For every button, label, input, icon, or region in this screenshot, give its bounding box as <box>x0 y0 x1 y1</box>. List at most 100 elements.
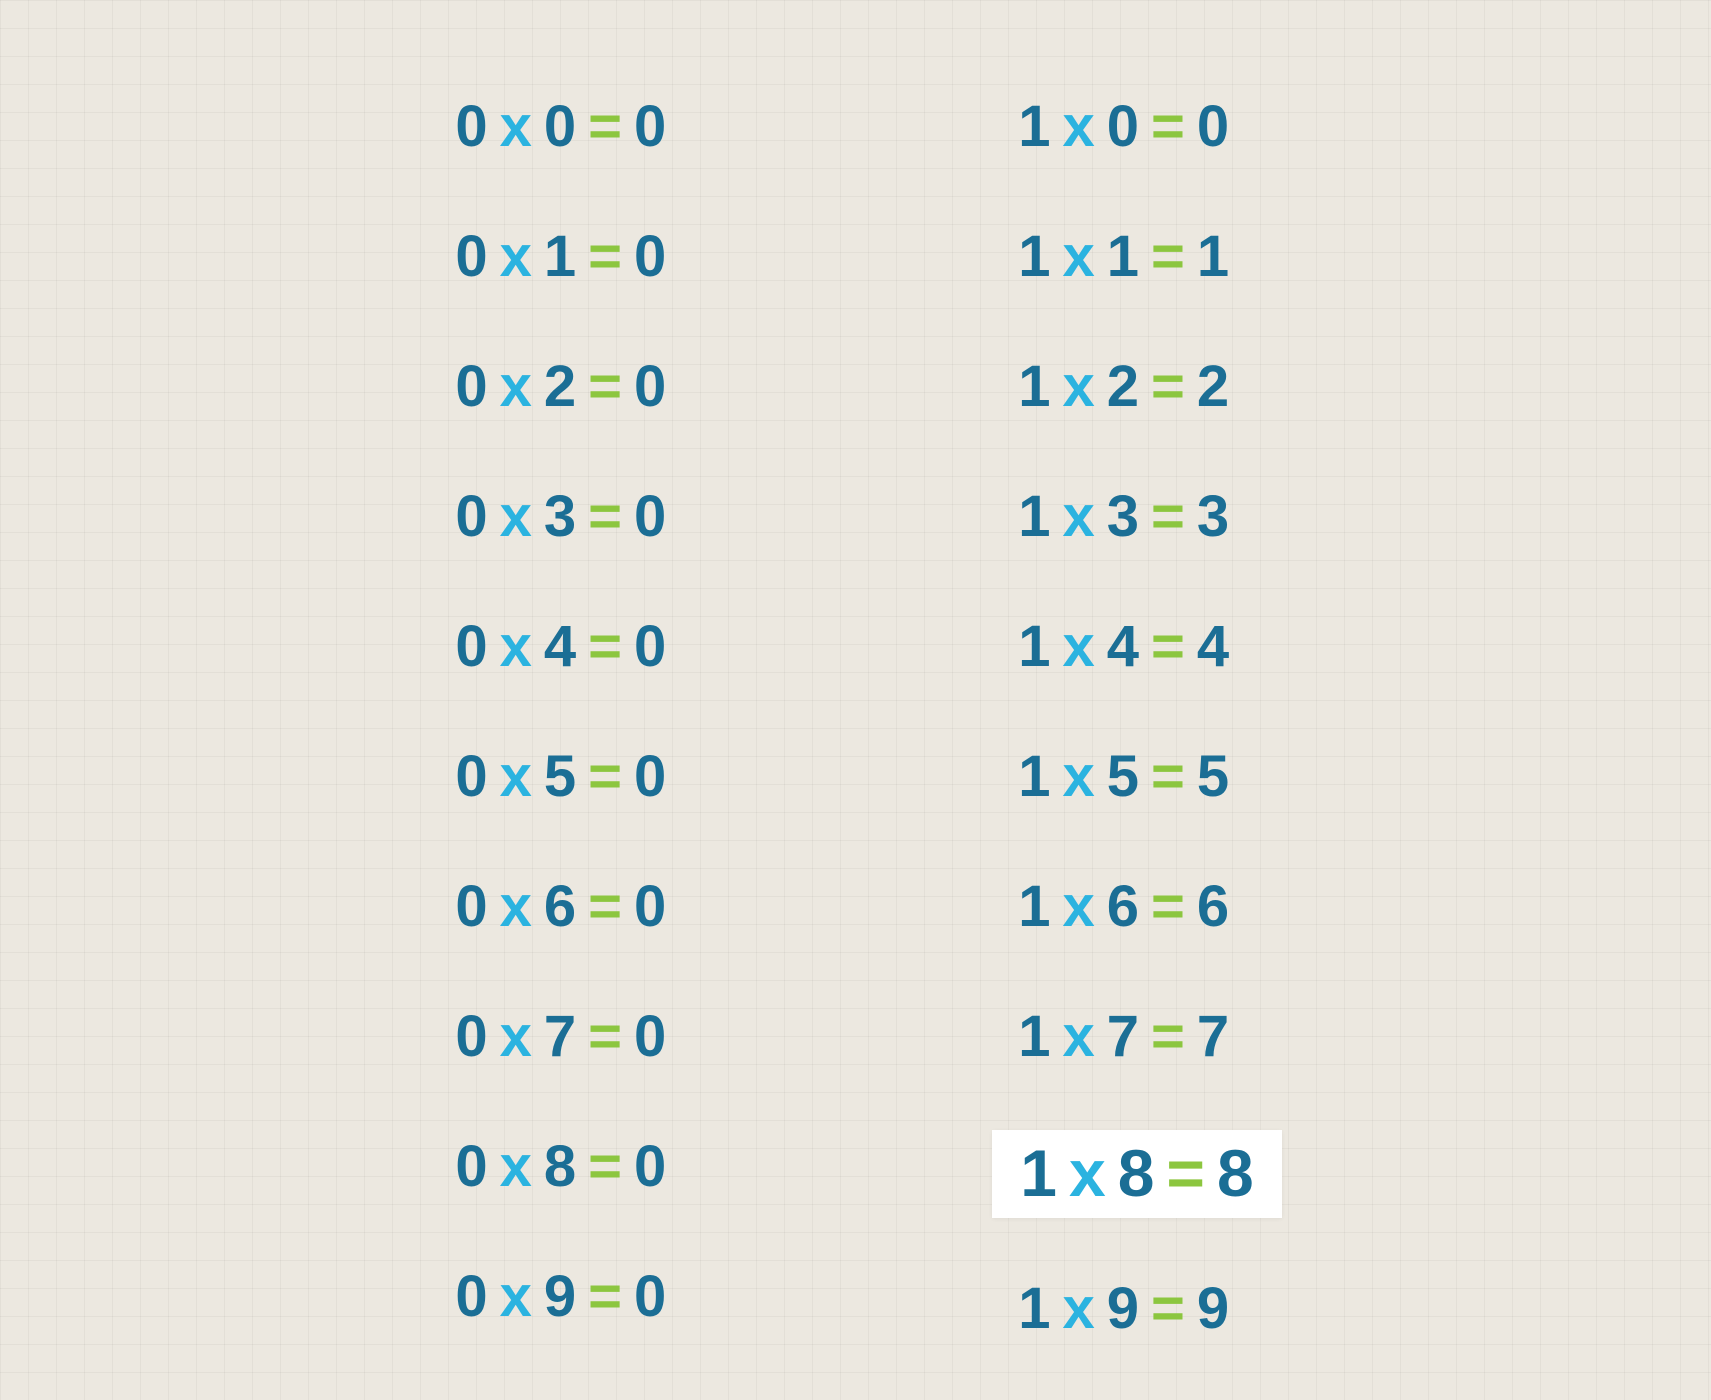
multiplier: 3 <box>544 484 576 549</box>
multiply-symbol: x <box>1063 1276 1095 1341</box>
multiply-symbol: x <box>500 874 532 939</box>
multiply-symbol: x <box>500 1004 532 1069</box>
product: 0 <box>634 1134 666 1199</box>
multiplier: 6 <box>544 874 576 939</box>
multiplicand: 0 <box>455 744 487 809</box>
equation-row: 0x7=0 <box>429 1000 692 1076</box>
equation-row: 0x5=0 <box>429 740 692 816</box>
multiplicand: 0 <box>455 484 487 549</box>
equals-symbol: = <box>588 484 622 549</box>
multiplier: 2 <box>544 354 576 419</box>
product: 2 <box>1197 354 1229 419</box>
multiply-symbol: x <box>500 94 532 159</box>
equals-symbol: = <box>1151 1276 1185 1341</box>
multiplicand: 0 <box>455 614 487 679</box>
equals-symbol: = <box>588 224 622 289</box>
equation-row: 1x3=3 <box>992 480 1281 556</box>
equation-row: 0x9=0 <box>429 1260 692 1336</box>
equals-symbol: = <box>1151 484 1185 549</box>
equals-symbol: = <box>588 1264 622 1329</box>
multiplier: 0 <box>1107 94 1139 159</box>
equals-symbol: = <box>1151 1004 1185 1069</box>
multiplication-tables: 0x0=00x1=00x2=00x3=00x4=00x5=00x6=00x7=0… <box>0 90 1711 1348</box>
product: 3 <box>1197 484 1229 549</box>
equation-row: 1x1=1 <box>992 220 1281 296</box>
multiplier: 0 <box>544 94 576 159</box>
multiplier: 2 <box>1107 354 1139 419</box>
product: 4 <box>1197 614 1229 679</box>
equation-row: 1x4=4 <box>992 610 1281 686</box>
product: 0 <box>634 1004 666 1069</box>
multiplicand: 0 <box>455 874 487 939</box>
product: 5 <box>1197 744 1229 809</box>
multiply-symbol: x <box>1063 744 1095 809</box>
zero-times-table: 0x0=00x1=00x2=00x3=00x4=00x5=00x6=00x7=0… <box>429 90 692 1348</box>
multiplier: 8 <box>544 1134 576 1199</box>
product: 6 <box>1197 874 1229 939</box>
equation-row: 1x0=0 <box>992 90 1281 166</box>
multiplier: 5 <box>544 744 576 809</box>
product: 0 <box>1197 94 1229 159</box>
multiply-symbol: x <box>500 744 532 809</box>
equals-symbol: = <box>1151 224 1185 289</box>
product: 0 <box>634 614 666 679</box>
equation-row: 1x5=5 <box>992 740 1281 816</box>
equals-symbol: = <box>1151 874 1185 939</box>
multiplicand: 1 <box>1018 224 1050 289</box>
equation-row: 0x8=0 <box>429 1130 692 1206</box>
multiplicand: 0 <box>455 354 487 419</box>
equation-row: 1x7=7 <box>992 1000 1281 1076</box>
multiplier: 1 <box>544 224 576 289</box>
multiplicand: 0 <box>455 1264 487 1329</box>
one-times-table: 1x0=01x1=11x2=21x3=31x4=41x5=51x6=61x7=7… <box>992 90 1281 1348</box>
multiplier: 3 <box>1107 484 1139 549</box>
equation-row: 0x3=0 <box>429 480 692 556</box>
equals-symbol: = <box>588 874 622 939</box>
multiplicand: 0 <box>455 1134 487 1199</box>
equals-symbol: = <box>1166 1136 1205 1210</box>
equation-row: 1x6=6 <box>992 870 1281 946</box>
multiply-symbol: x <box>500 224 532 289</box>
multiply-symbol: x <box>500 354 532 419</box>
product: 0 <box>634 354 666 419</box>
multiplicand: 0 <box>455 224 487 289</box>
multiplier: 9 <box>1107 1276 1139 1341</box>
equation-row: 0x1=0 <box>429 220 692 296</box>
equals-symbol: = <box>1151 354 1185 419</box>
multiply-symbol: x <box>1063 484 1095 549</box>
product: 0 <box>634 224 666 289</box>
multiplicand: 1 <box>1018 94 1050 159</box>
multiplier: 9 <box>544 1264 576 1329</box>
multiply-symbol: x <box>1069 1136 1106 1210</box>
equation-row: 0x4=0 <box>429 610 692 686</box>
product: 0 <box>634 874 666 939</box>
multiplicand: 1 <box>1018 614 1050 679</box>
multiplicand: 0 <box>455 1004 487 1069</box>
multiply-symbol: x <box>1063 1004 1095 1069</box>
multiplicand: 1 <box>1018 1276 1050 1341</box>
product: 0 <box>634 94 666 159</box>
multiplier: 7 <box>544 1004 576 1069</box>
equals-symbol: = <box>588 614 622 679</box>
equals-symbol: = <box>588 1134 622 1199</box>
multiply-symbol: x <box>1063 874 1095 939</box>
equation-row: 0x0=0 <box>429 90 692 166</box>
equation-row: 1x8=8 <box>992 1130 1281 1218</box>
product: 9 <box>1197 1276 1229 1341</box>
multiply-symbol: x <box>500 484 532 549</box>
multiply-symbol: x <box>500 1134 532 1199</box>
multiplier: 4 <box>1107 614 1139 679</box>
multiplicand: 1 <box>1020 1136 1057 1210</box>
multiplier: 5 <box>1107 744 1139 809</box>
multiplier: 7 <box>1107 1004 1139 1069</box>
product: 0 <box>634 744 666 809</box>
multiply-symbol: x <box>1063 614 1095 679</box>
multiply-symbol: x <box>1063 94 1095 159</box>
multiplier: 6 <box>1107 874 1139 939</box>
equals-symbol: = <box>588 94 622 159</box>
product: 7 <box>1197 1004 1229 1069</box>
multiplicand: 1 <box>1018 484 1050 549</box>
equals-symbol: = <box>1151 744 1185 809</box>
equation-row: 0x6=0 <box>429 870 692 946</box>
equation-row: 0x2=0 <box>429 350 692 426</box>
